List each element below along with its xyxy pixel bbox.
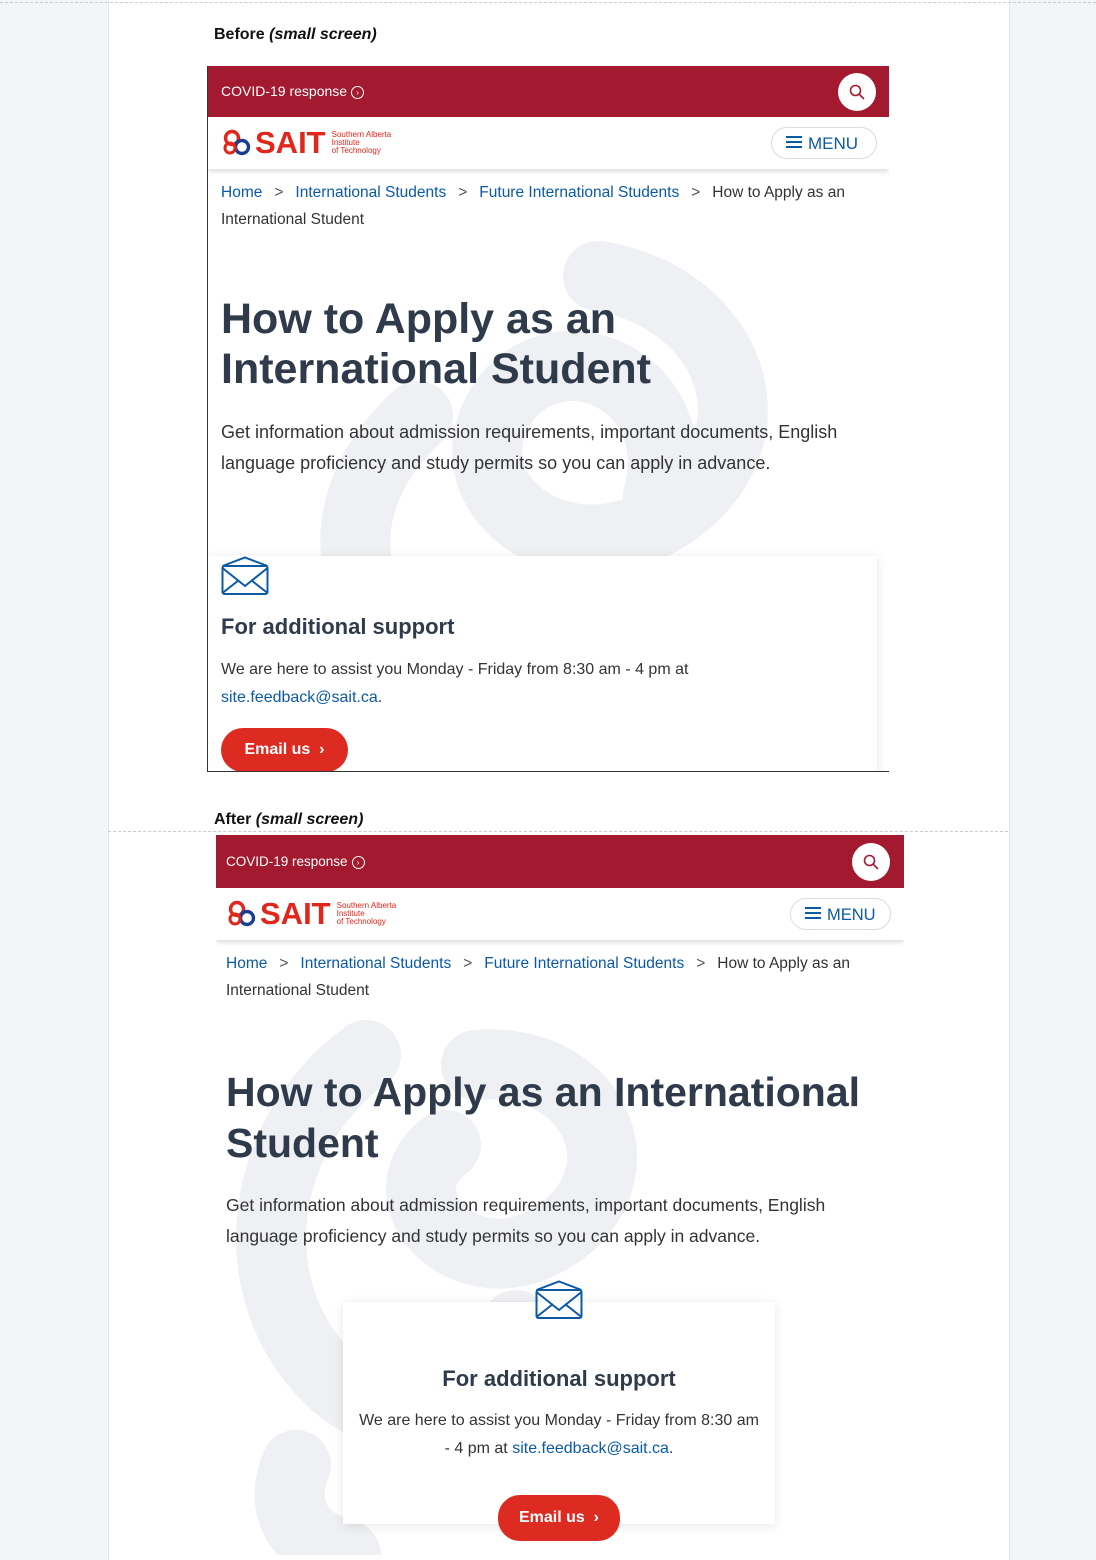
support-text: We are here to assist you Monday - Frida… bbox=[221, 661, 689, 706]
support-card: For additional support We are here to as… bbox=[343, 1280, 775, 1524]
arrow-circle-icon: › bbox=[351, 86, 365, 99]
support-email-link[interactable]: site.feedback@sait.ca bbox=[512, 1440, 669, 1457]
menu-button[interactable]: MENU bbox=[771, 127, 877, 159]
page-title: How to Apply as an International Student bbox=[226, 1069, 861, 1166]
email-us-button[interactable]: Email us › bbox=[498, 1495, 620, 1541]
support-text: We are here to assist you Monday - Frida… bbox=[359, 1412, 759, 1457]
arrow-circle-icon: › bbox=[351, 856, 365, 869]
hamburger-icon bbox=[805, 904, 821, 922]
site-header: SAIT Southern Alberta Institute of Technol… bbox=[208, 117, 889, 169]
caption-before: Before (small screen) bbox=[214, 26, 377, 43]
hamburger-icon bbox=[786, 133, 802, 151]
breadcrumb: Home > International Students > Future Inter… bbox=[221, 179, 881, 233]
support-heading: For additional support bbox=[442, 1366, 676, 1391]
breadcrumb-home[interactable]: Home bbox=[221, 184, 262, 201]
chevron-right-icon: > bbox=[463, 955, 473, 972]
breadcrumb-international-students[interactable]: International Students bbox=[295, 184, 446, 201]
breadcrumb-international-students[interactable]: International Students bbox=[300, 955, 451, 972]
support-heading: For additional support bbox=[221, 614, 455, 639]
sait-wordmark: SAIT bbox=[260, 896, 331, 931]
support-card: For additional support We are here to as… bbox=[208, 556, 877, 771]
breadcrumb-home[interactable]: Home bbox=[226, 955, 267, 972]
sait-logo[interactable]: SAIT Southern Alberta Institute of Technol… bbox=[221, 125, 392, 160]
chevron-right-icon: > bbox=[458, 184, 468, 201]
email-us-button[interactable]: Email us › bbox=[221, 728, 348, 771]
chevron-right-icon: > bbox=[696, 955, 706, 972]
chevron-right-icon: > bbox=[691, 184, 701, 201]
breadcrumb-future-international-students[interactable]: Future International Students bbox=[484, 955, 684, 972]
divider-middle bbox=[108, 831, 1008, 832]
chevron-right-icon: › bbox=[589, 1509, 600, 1526]
envelope-icon bbox=[221, 556, 269, 595]
page-lead: Get information about admission requirem… bbox=[226, 1195, 826, 1246]
page-title: How to Apply as an International Student bbox=[221, 295, 651, 393]
sait-logo-mark-icon bbox=[228, 900, 256, 927]
envelope-icon bbox=[535, 1280, 583, 1319]
chevron-right-icon: > bbox=[279, 955, 289, 972]
search-button[interactable] bbox=[852, 843, 890, 881]
divider-top bbox=[0, 2, 1096, 3]
covid-banner: COVID-19 response › bbox=[216, 835, 904, 888]
search-icon bbox=[863, 854, 879, 870]
breadcrumb: Home > International Students > Future Inter… bbox=[226, 950, 894, 1004]
support-email-link[interactable]: site.feedback@sait.ca bbox=[221, 689, 378, 706]
sait-wordmark: SAIT bbox=[255, 125, 326, 160]
search-icon bbox=[849, 84, 865, 100]
covid-response-link[interactable]: COVID-19 response › bbox=[226, 854, 365, 869]
caption-after: After (small screen) bbox=[214, 811, 364, 828]
sait-logo-mark-icon bbox=[223, 129, 251, 156]
menu-button[interactable]: MENU bbox=[790, 898, 891, 930]
sait-tagline: Southern Alberta Institute of Technology bbox=[336, 901, 397, 926]
chevron-right-icon: > bbox=[274, 184, 284, 201]
screenshot-after: COVID-19 response › SAIT Southern Alberta… bbox=[216, 835, 904, 1560]
sait-tagline: Southern Alberta Institute of Technology bbox=[331, 130, 392, 155]
site-header: SAIT Southern Alberta Institute of Technol… bbox=[216, 888, 904, 940]
covid-response-link[interactable]: COVID-19 response › bbox=[221, 83, 365, 99]
covid-banner: COVID-19 response › bbox=[208, 66, 889, 117]
screenshot-before: COVID-19 response › SAIT Southern Alberta… bbox=[207, 66, 889, 772]
breadcrumb-future-international-students[interactable]: Future International Students bbox=[479, 184, 679, 201]
sait-logo[interactable]: SAIT Southern Alberta Institute of Technol… bbox=[226, 896, 397, 931]
chevron-right-icon: › bbox=[314, 741, 325, 758]
page-lead: Get information about admission requirem… bbox=[221, 422, 838, 473]
search-button[interactable] bbox=[838, 73, 876, 111]
